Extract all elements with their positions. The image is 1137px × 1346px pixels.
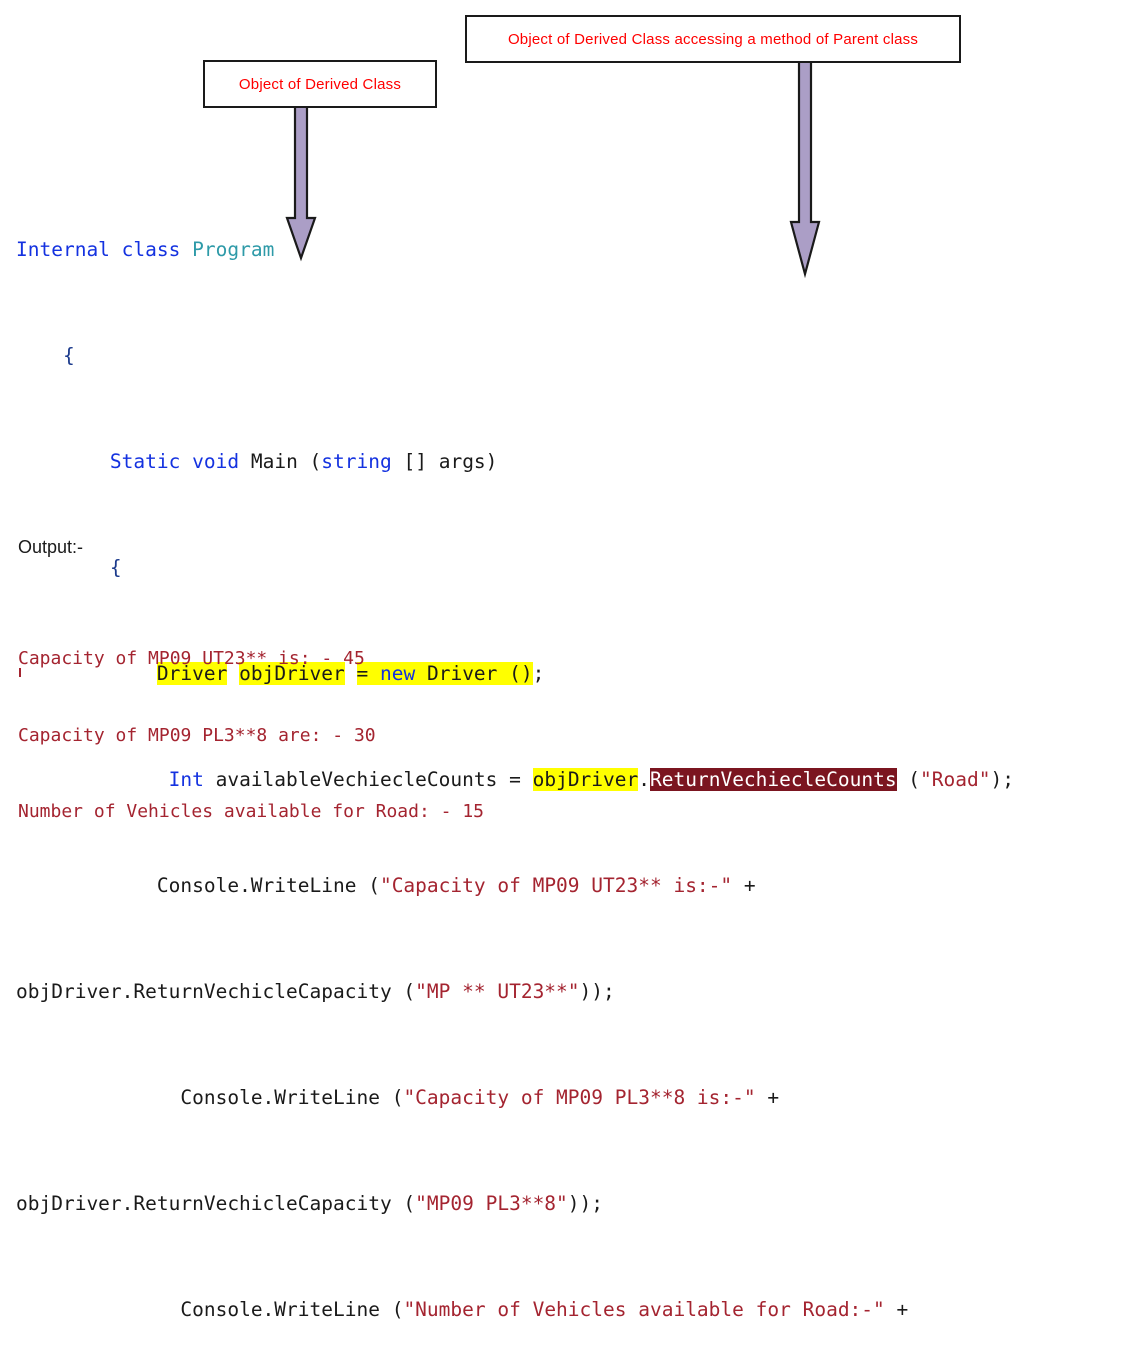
concat-op: + (884, 1297, 909, 1321)
paren-close: ); (990, 767, 1014, 791)
highlight-method-returnvechieclecounts: ReturnVechiecleCounts (650, 767, 897, 791)
string-literal: "Number of Vehicles available for Road:-… (403, 1297, 885, 1321)
params-rest: [] args) (391, 449, 498, 473)
paren-close: )); (567, 1191, 604, 1215)
string-literal: "Capacity of MP09 PL3**8 is:-" (403, 1085, 756, 1109)
keyword-static: Static (109, 449, 181, 473)
keyword-class: class (121, 237, 181, 261)
semicolon: ; (532, 661, 545, 685)
code-line-11: Console.WriteLine ("Number of Vehicles a… (16, 1297, 1136, 1324)
callout-box-object-of-derived-class: Object of Derived Class (203, 60, 437, 108)
callout-label: Object of Derived Class accessing a meth… (507, 30, 919, 48)
method-name-main: Main (250, 449, 298, 473)
code-line-9: Console.WriteLine ("Capacity of MP09 PL3… (16, 1085, 1136, 1112)
concat-op: + (732, 873, 756, 897)
output-label: Output:- (18, 537, 84, 557)
method-call-returnvechiclecapacity: objDriver.ReturnVechicleCapacity ( (16, 1191, 416, 1215)
code-line-8: objDriver.ReturnVechicleCapacity ("MP **… (16, 979, 1136, 1006)
console-writeline-call: Console.WriteLine ( (180, 1085, 404, 1109)
output-line-3: Number of Vehicles available for Road: -… (18, 801, 484, 822)
down-arrow-icon (789, 59, 821, 279)
code-line-7: Console.WriteLine ("Capacity of MP09 UT2… (16, 873, 1136, 900)
dot-operator: . (638, 767, 651, 791)
keyword-string: string (321, 449, 392, 473)
paren-open: ( (896, 767, 921, 791)
class-name-program: Program (192, 237, 275, 261)
string-literal: "MP09 PL3**8" (415, 1191, 568, 1215)
paren-close: )); (579, 979, 615, 1003)
console-writeline-call: Console.WriteLine ( (156, 873, 380, 897)
keyword-void: void (192, 449, 240, 473)
code-line-10: objDriver.ReturnVechicleCapacity ("MP09 … (16, 1191, 1136, 1218)
highlight-object-objdriver: objDriver (532, 767, 639, 791)
code-line-4: { (16, 555, 1136, 582)
open-brace: { (16, 555, 122, 579)
method-call-returnvechiclecapacity: objDriver.ReturnVechicleCapacity ( (16, 979, 416, 1003)
callout-box-object-accessing-parent-method: Object of Derived Class accessing a meth… (465, 15, 961, 63)
concat-op: + (755, 1085, 780, 1109)
output-line-1: Capacity of MP09 UT23** is: - 45 (18, 648, 365, 669)
paren-open: ( (297, 449, 322, 473)
code-line-3: Static void Main (string [] args) (16, 449, 1136, 476)
down-arrow-icon (285, 104, 317, 262)
keyword-internal: Internal (16, 237, 110, 261)
string-literal: "Road" (920, 767, 991, 791)
callout-label: Object of Derived Class (238, 75, 402, 93)
string-literal: "Capacity of MP09 UT23** is:-" (379, 873, 733, 897)
output-line-2: Capacity of MP09 PL3**8 are: - 30 (18, 724, 376, 746)
code-line-2: { (16, 343, 1136, 370)
code-line-1: Internal class Program (16, 237, 1136, 264)
console-writeline-call: Console.WriteLine ( (180, 1297, 404, 1321)
string-literal: "MP ** UT23**" (415, 979, 580, 1003)
open-brace: { (16, 343, 75, 367)
output-console-text: Capacity of MP09 UT23** is: - 45 Capacit… (18, 595, 484, 850)
